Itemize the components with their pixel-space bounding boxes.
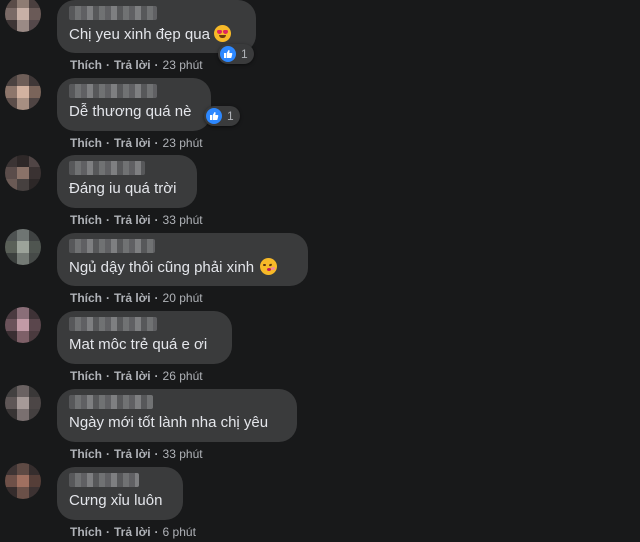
avatar[interactable] xyxy=(5,74,41,110)
timestamp[interactable]: 33 phút xyxy=(163,213,203,227)
like-link[interactable]: Thích xyxy=(70,525,102,539)
author-name-blurred[interactable] xyxy=(69,473,139,487)
like-link[interactable]: Thích xyxy=(70,136,102,150)
comment-text: Dễ thương quá nè xyxy=(69,103,192,120)
reply-link[interactable]: Trả lời xyxy=(114,291,151,305)
reply-link[interactable]: Trả lời xyxy=(114,136,151,150)
comment-actions: Thích · Trả lời · 20 phút xyxy=(70,291,203,305)
timestamp[interactable]: 6 phút xyxy=(163,525,196,539)
comment-actions: Thích · Trả lời · 26 phút xyxy=(70,369,203,383)
comment-bubble: Dễ thương quá nè xyxy=(57,78,211,131)
comment-text: Ngủ dậy thôi cũng phải xinh xyxy=(69,258,278,276)
reply-link[interactable]: Trả lời xyxy=(114,369,151,383)
like-link[interactable]: Thích xyxy=(70,447,102,461)
comment-bubble: Đáng iu quá trời xyxy=(57,155,197,208)
author-name-blurred[interactable] xyxy=(69,84,157,98)
avatar[interactable] xyxy=(5,307,41,343)
heart-eyes-emoji xyxy=(213,25,231,42)
comment-actions: Thích · Trả lời · 23 phút xyxy=(70,58,203,72)
timestamp[interactable]: 23 phút xyxy=(163,136,203,150)
author-name-blurred[interactable] xyxy=(69,317,157,331)
kissing-emoji xyxy=(260,258,278,275)
reaction-summary[interactable]: 1 xyxy=(218,44,254,64)
author-name-blurred[interactable] xyxy=(69,239,155,253)
timestamp[interactable]: 33 phút xyxy=(163,447,203,461)
comment-text: Mat môc trẻ quá e ơi xyxy=(69,336,208,353)
avatar[interactable] xyxy=(5,0,41,32)
comment-feed: Chị yeu xinh đẹp qua 1 Thích · Trả lời · 23 … xyxy=(0,0,640,542)
avatar[interactable] xyxy=(5,229,41,265)
author-name-blurred[interactable] xyxy=(69,161,145,175)
avatar[interactable] xyxy=(5,385,41,421)
comment-bubble: Ngày mới tốt lành nha chị yêu xyxy=(57,389,297,442)
avatar[interactable] xyxy=(5,155,41,191)
reply-link[interactable]: Trả lời xyxy=(114,213,151,227)
timestamp[interactable]: 26 phút xyxy=(163,369,203,383)
timestamp[interactable]: 23 phút xyxy=(163,58,203,72)
avatar[interactable] xyxy=(5,463,41,499)
comment-text: Cưng xỉu luôn xyxy=(69,492,163,509)
comment-actions: Thích · Trả lời · 33 phút xyxy=(70,447,203,461)
author-name-blurred[interactable] xyxy=(69,6,157,20)
comment-text: Ngày mới tốt lành nha chị yêu xyxy=(69,414,269,431)
comment-text: Chị yeu xinh đẹp qua xyxy=(69,25,231,43)
author-name-blurred[interactable] xyxy=(69,395,153,409)
like-reaction-icon xyxy=(206,108,222,124)
reply-link[interactable]: Trả lời xyxy=(114,525,151,539)
like-link[interactable]: Thích xyxy=(70,369,102,383)
timestamp[interactable]: 20 phút xyxy=(163,291,203,305)
reply-link[interactable]: Trả lời xyxy=(114,447,151,461)
like-link[interactable]: Thích xyxy=(70,58,102,72)
comment-text: Đáng iu quá trời xyxy=(69,180,177,197)
comment-actions: Thích · Trả lời · 33 phút xyxy=(70,213,203,227)
comment-actions: Thích · Trả lời · 23 phút xyxy=(70,136,203,150)
reply-link[interactable]: Trả lời xyxy=(114,58,151,72)
like-reaction-icon xyxy=(220,46,236,62)
comment-bubble: Mat môc trẻ quá e ơi xyxy=(57,311,232,364)
reaction-summary[interactable]: 1 xyxy=(204,106,240,126)
like-link[interactable]: Thích xyxy=(70,213,102,227)
comment-bubble: Ngủ dậy thôi cũng phải xinh xyxy=(57,233,308,286)
comment-bubble: Cưng xỉu luôn xyxy=(57,467,183,520)
like-link[interactable]: Thích xyxy=(70,291,102,305)
comment-actions: Thích · Trả lời · 6 phút xyxy=(70,525,196,539)
